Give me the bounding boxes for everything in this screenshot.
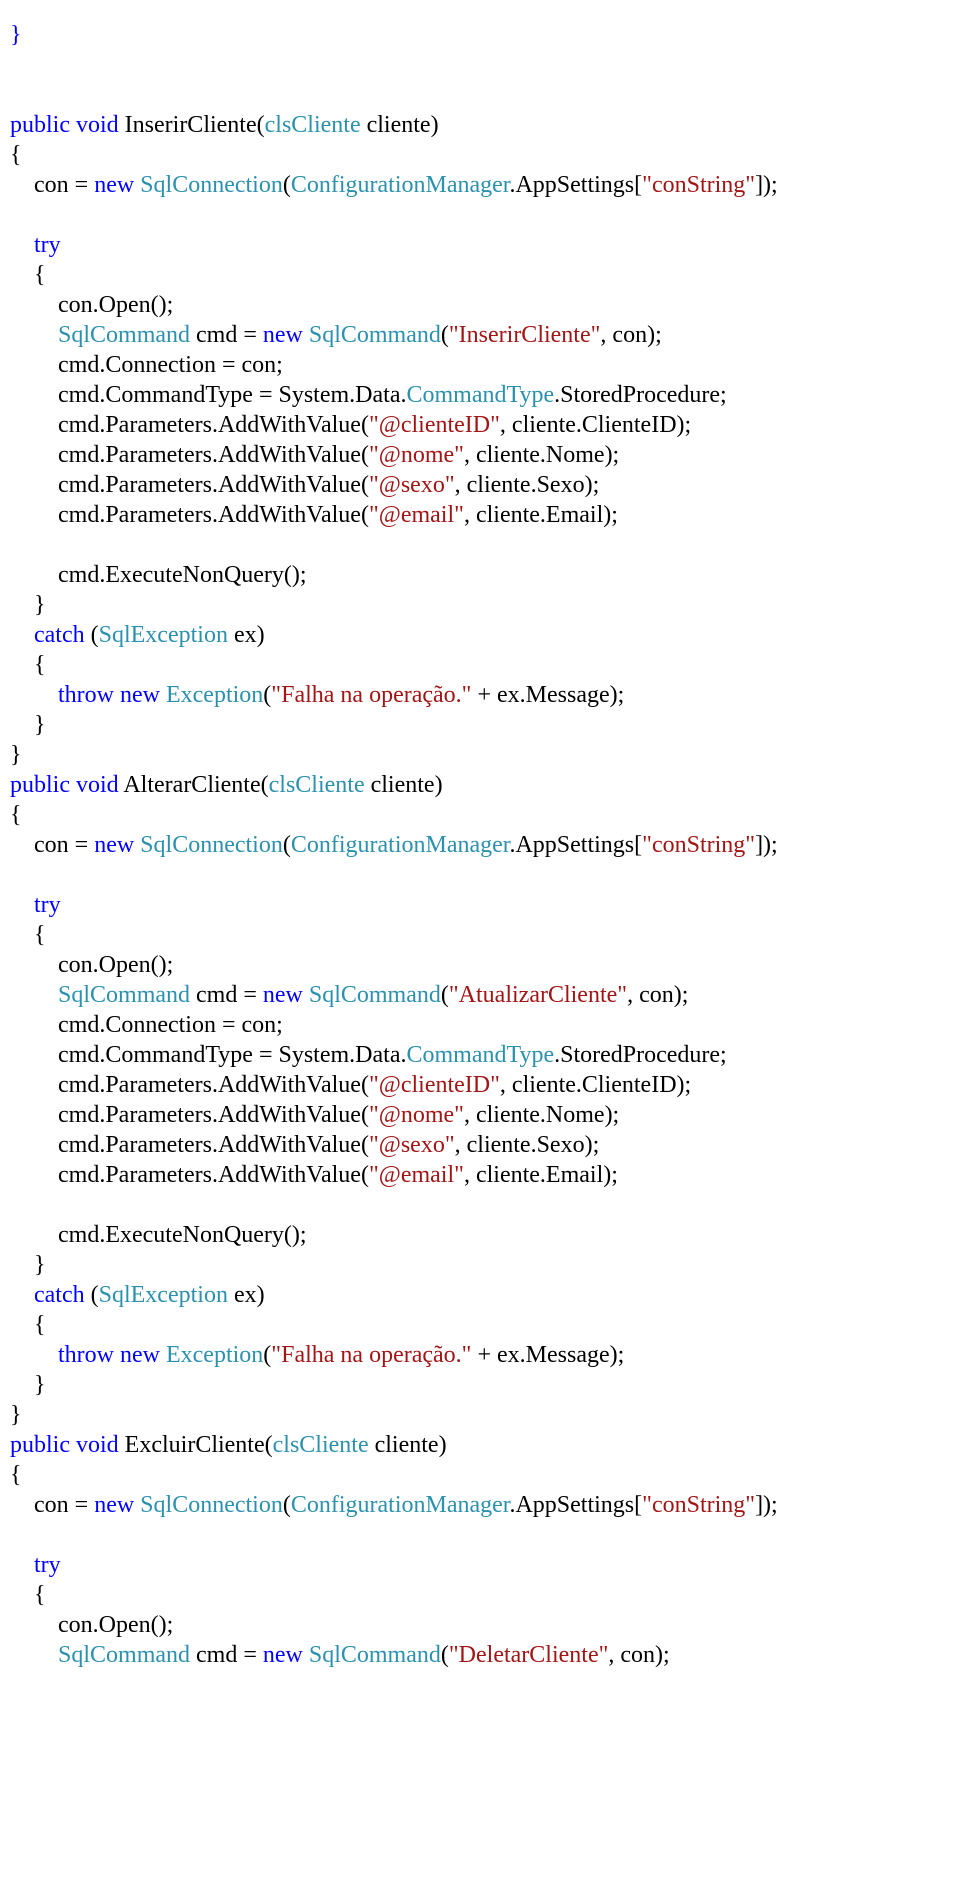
code-block: } public void InserirCliente(clsCliente … <box>10 20 950 1670</box>
